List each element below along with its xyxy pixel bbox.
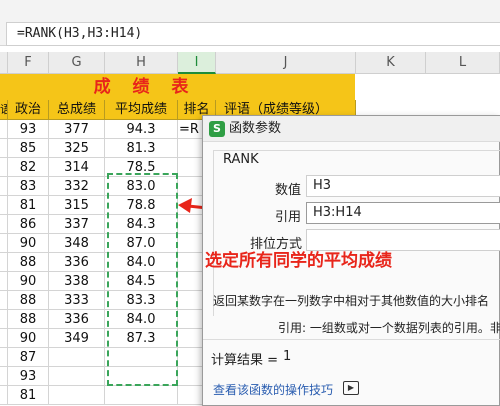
sheet-title: 成 绩 表	[93, 77, 197, 97]
cell-zhengzhi[interactable]: 88	[8, 253, 49, 272]
column-header-j[interactable]: J	[216, 52, 356, 74]
cell-zhengzhi[interactable]: 93	[8, 367, 49, 386]
cell-total[interactable]: 336	[49, 310, 105, 329]
column-header-g[interactable]: G	[49, 52, 105, 74]
cell-average[interactable]: 94.3	[105, 120, 178, 139]
function-description: 返回某数字在一列数字中相对于其他数值的大小排名	[213, 294, 490, 308]
table-cell[interactable]	[0, 253, 8, 272]
dialog-divider	[203, 339, 500, 340]
cell-zhengzhi[interactable]: 82	[8, 158, 49, 177]
table-cell[interactable]	[0, 158, 8, 177]
header-cell-zhengzhi[interactable]: 政治	[8, 100, 49, 120]
table-cell[interactable]	[0, 272, 8, 291]
table-cell[interactable]	[0, 234, 8, 253]
dialog-titlebar[interactable]: S 函数参数	[203, 116, 500, 142]
cell-zhengzhi[interactable]: 88	[8, 291, 49, 310]
cell-total[interactable]: 349	[49, 329, 105, 348]
field-label-number: 数值	[275, 183, 302, 198]
header-cell-total[interactable]: 总成绩	[49, 100, 105, 120]
cell-zhengzhi[interactable]: 90	[8, 329, 49, 348]
table-cell[interactable]	[0, 215, 8, 234]
cell-total[interactable]	[49, 386, 105, 405]
table-cell[interactable]	[0, 329, 8, 348]
column-header-k[interactable]: K	[356, 52, 426, 74]
number-input[interactable]: H3	[306, 175, 500, 197]
cell-zhengzhi[interactable]: 81	[8, 386, 49, 405]
cell-total[interactable]: 333	[49, 291, 105, 310]
ref-input[interactable]: H3:H14	[306, 202, 500, 224]
help-link[interactable]: 查看该函数的操作技巧	[213, 381, 333, 398]
cell-total[interactable]	[49, 367, 105, 386]
table-cell[interactable]	[0, 386, 8, 405]
dialog-title: 函数参数	[229, 121, 282, 136]
header-cell-average[interactable]: 平均成绩	[105, 100, 178, 120]
cell-average[interactable]: 81.3	[105, 139, 178, 158]
column-header-f[interactable]: F	[8, 52, 49, 74]
table-cell[interactable]	[0, 177, 8, 196]
table-cell[interactable]	[0, 291, 8, 310]
cell-average[interactable]	[105, 386, 178, 405]
wps-logo-icon: S	[209, 121, 225, 137]
cell-zhengzhi[interactable]: 90	[8, 272, 49, 291]
cell-total[interactable]: 314	[49, 158, 105, 177]
cell-zhengzhi[interactable]: 81	[8, 196, 49, 215]
cell-total[interactable]: 348	[49, 234, 105, 253]
column-header-l[interactable]: L	[426, 52, 500, 74]
cell-total[interactable]: 377	[49, 120, 105, 139]
header-cell-partial[interactable]: 语	[0, 100, 8, 120]
table-cell[interactable]	[0, 367, 8, 386]
function-name: RANK	[223, 152, 259, 167]
cell-total[interactable]: 336	[49, 253, 105, 272]
column-header-i[interactable]: I	[178, 52, 216, 74]
column-header-h[interactable]: H	[105, 52, 178, 74]
cell-total[interactable]: 337	[49, 215, 105, 234]
cell-total[interactable]: 338	[49, 272, 105, 291]
cell-zhengzhi[interactable]: 88	[8, 310, 49, 329]
formula-input[interactable]: =RANK(H3,H3:H14)	[6, 22, 500, 46]
result-value: 1	[283, 349, 292, 364]
table-cell[interactable]	[0, 310, 8, 329]
table-cell[interactable]	[0, 196, 8, 215]
cell-total[interactable]: 332	[49, 177, 105, 196]
cell-zhengzhi[interactable]: 90	[8, 234, 49, 253]
table-cell[interactable]	[0, 139, 8, 158]
cell-total[interactable]: 315	[49, 196, 105, 215]
cell-zhengzhi[interactable]: 86	[8, 215, 49, 234]
parameter-help: 引用: 一组数或对一个数据列表的引用。非	[278, 321, 500, 335]
cell-zhengzhi[interactable]: 85	[8, 139, 49, 158]
result-label: 计算结果 =	[211, 353, 279, 368]
field-label-ref: 引用	[275, 210, 302, 225]
table-cell[interactable]	[0, 348, 8, 367]
cell-zhengzhi[interactable]: 93	[8, 120, 49, 139]
cell-zhengzhi[interactable]: 87	[8, 348, 49, 367]
cell-zhengzhi[interactable]: 83	[8, 177, 49, 196]
video-play-icon[interactable]: ▶	[343, 381, 359, 395]
selection-range-box	[107, 173, 178, 386]
annotation-text: 选定所有同学的平均成绩	[205, 251, 392, 271]
table-cell[interactable]	[0, 120, 8, 139]
column-header-partial	[0, 52, 8, 74]
cell-total[interactable]	[49, 348, 105, 367]
cell-total[interactable]: 325	[49, 139, 105, 158]
formula-bar: =RANK(H3,H3:H14)	[0, 0, 500, 46]
